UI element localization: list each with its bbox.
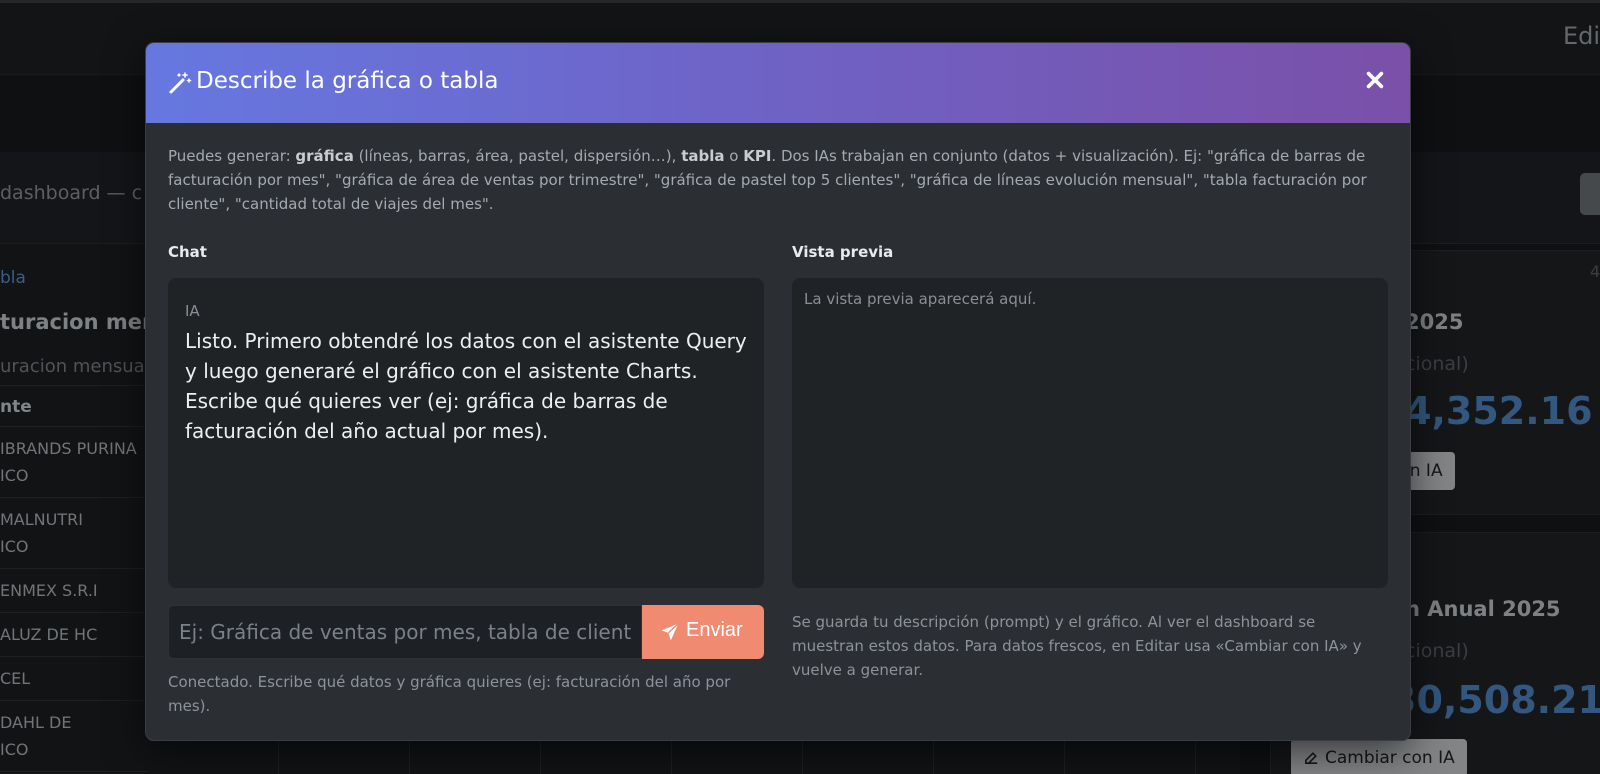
chat-message-sender: IA xyxy=(185,302,200,320)
modal-header: Describe la gráfica o tabla xyxy=(146,43,1410,123)
send-button[interactable]: Enviar xyxy=(642,605,764,659)
intro-text: Puedes generar: xyxy=(168,147,296,165)
intro-text: o xyxy=(724,147,744,165)
send-button-label: Enviar xyxy=(686,619,743,641)
intro-bold-chart: gráfica xyxy=(295,147,354,165)
magic-wand-icon xyxy=(169,72,192,94)
chat-input[interactable] xyxy=(168,605,642,659)
chat-history[interactable]: IA Listo. Primero obtendré los datos con… xyxy=(168,278,764,588)
connection-status: Conectado. Escribe qué datos y gráfica q… xyxy=(168,673,731,715)
chat-section-label: Chat xyxy=(168,243,207,261)
intro-bold-kpi: KPI xyxy=(743,147,772,165)
describe-chart-modal: Describe la gráfica o tabla Puedes gener… xyxy=(146,43,1410,740)
chat-message-text: Listo. Primero obtendré los datos con el… xyxy=(185,329,747,443)
paper-plane-icon xyxy=(661,623,679,641)
preview-placeholder: La vista previa aparecerá aquí. xyxy=(804,290,1037,308)
preview-panel: La vista previa aparecerá aquí. xyxy=(792,278,1388,588)
chat-input-group: Enviar xyxy=(168,605,764,659)
intro-text: (líneas, barras, área, pastel, dispersió… xyxy=(353,147,682,165)
modal-title: Describe la gráfica o tabla xyxy=(196,68,499,94)
close-icon[interactable] xyxy=(1364,69,1386,91)
intro-bold-table: tabla xyxy=(681,147,725,165)
preview-section-label: Vista previa xyxy=(792,243,894,261)
modal-instructions: Puedes generar: gráfica (líneas, barras,… xyxy=(168,144,1368,216)
save-note: Se guarda tu descripción (prompt) y el g… xyxy=(792,613,1362,679)
